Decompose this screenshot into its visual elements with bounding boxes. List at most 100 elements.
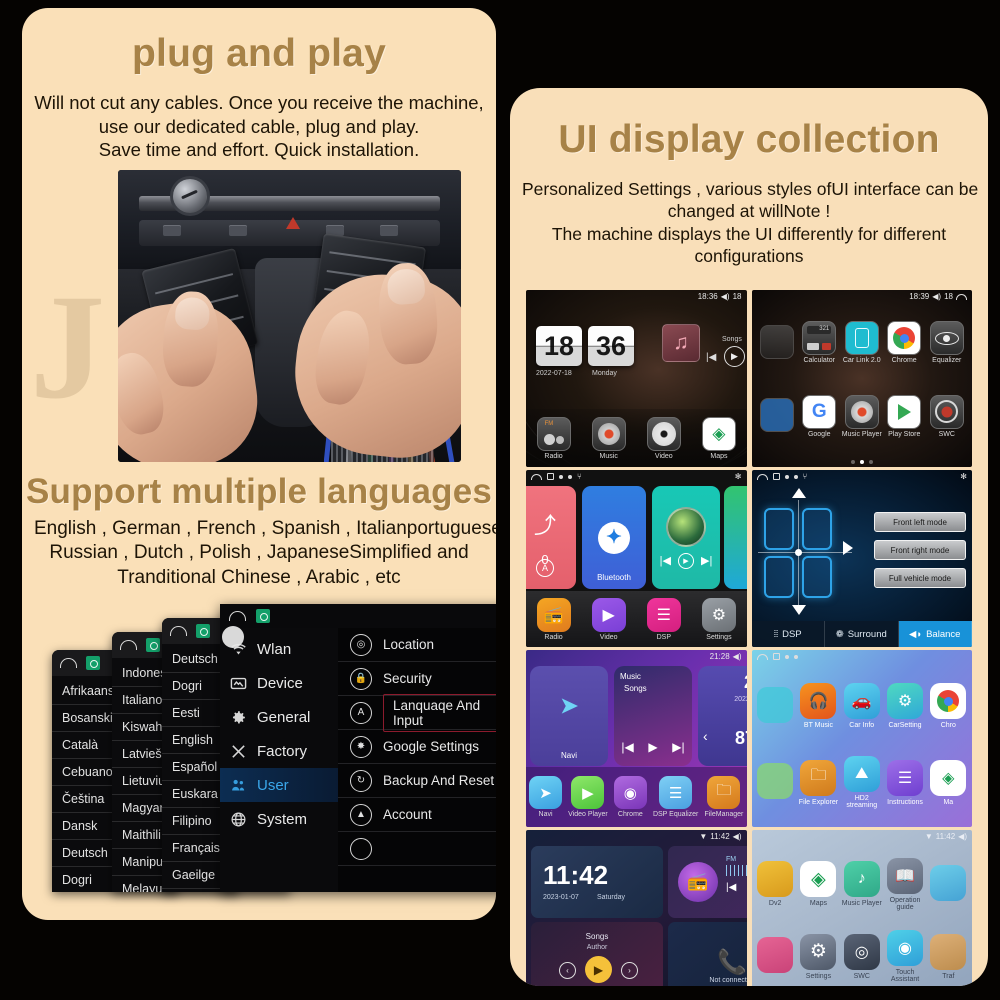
dock-app-video-player[interactable]: ▶ Video Player [568, 776, 608, 818]
home-icon[interactable] [956, 293, 967, 300]
ui-shot-dark-app-drawer[interactable]: 18:39 ◀) 18 321 Calculator Car Link 2.0 … [751, 290, 972, 467]
dock-app-settings[interactable]: ⚙ Settings [701, 597, 736, 641]
settings-app-icon[interactable] [86, 656, 100, 670]
recents-icon[interactable] [772, 473, 780, 480]
ui-shot-blue-app-grid[interactable]: 🎧 BT Music 🚗 Car Info ⚙ CarSetting Chro … [751, 650, 972, 827]
settings-row-partial[interactable] [338, 832, 496, 866]
play-button[interactable]: ▶ [648, 740, 657, 754]
app-chrome[interactable]: Chrome [883, 321, 925, 364]
app-instructions[interactable]: ☰ Instructions [887, 759, 924, 806]
settings-nav[interactable]: Wlan Device General Factory User System [220, 626, 338, 892]
bluetooth-card[interactable]: ✦ Bluetooth [582, 486, 646, 589]
home-icon[interactable] [531, 473, 542, 480]
settings-row-language-and-input[interactable]: A Lanquaqe And Input [338, 693, 496, 732]
app-partial-traf[interactable]: Traf [930, 933, 967, 980]
app-play-store[interactable]: Play Store [883, 394, 925, 438]
app-dock[interactable]: ➤ Navi ▶ Video Player ◉ Chrome ☰ DSP Equ… [526, 767, 747, 827]
sidebar-item-system[interactable]: System [220, 802, 338, 836]
radio-widget[interactable]: 📻 FM |◀ 87.50 [668, 846, 747, 918]
settings-row-backup-and-reset[interactable]: ↻ Backup And Reset [338, 764, 496, 798]
clock-card[interactable]: 8:05 Tue 2022 [724, 486, 747, 589]
dock-app-dsp[interactable]: ☰ DSP [646, 597, 681, 641]
dock-app-chrome[interactable]: ◉ Chrome [613, 776, 647, 818]
clock-widget[interactable]: 11:42 2023-01-07 Saturday [531, 846, 663, 918]
settings-row-location[interactable]: ◎ Location [338, 628, 496, 662]
prev-track-icon[interactable]: |◀ [621, 740, 633, 754]
app-partial-left[interactable] [757, 937, 794, 976]
dock-app-filemanager[interactable]: 🗀 FileManager [704, 776, 743, 818]
app-maps[interactable]: ◈ Maps [800, 861, 837, 907]
settings-app-icon[interactable] [256, 609, 270, 623]
recents-icon[interactable] [547, 473, 554, 480]
app-file-explorer[interactable]: 🗀 File Explorer [799, 759, 838, 806]
app-touch-assistant[interactable]: ◉ Touch Assistant [883, 930, 926, 983]
sidebar-item-user[interactable]: User [220, 768, 338, 802]
ui-shot-light-app-grid[interactable]: ▼ 11:42 ◀) Dv2 ◈ Maps ♪ Music Player 📖 O… [751, 830, 972, 986]
home-icon[interactable] [60, 658, 77, 668]
app-swc[interactable]: SWC [926, 394, 968, 438]
phone-widget[interactable]: 📞 Not connected [668, 922, 747, 986]
navi-card[interactable]: ➤ Navi [530, 666, 608, 766]
next-track-icon[interactable]: ▶| [701, 554, 712, 567]
app-partial-dv2[interactable]: Dv2 [757, 861, 794, 907]
play-button[interactable]: ▶ [585, 956, 612, 983]
audio-tabbar[interactable]: ⦙⦙ DSP ❁ Surround ◀◗ Balance [751, 621, 972, 647]
next-track-icon[interactable]: ▶| [672, 740, 684, 754]
app-music-player[interactable]: Music Player [841, 394, 883, 438]
dock-app-navi[interactable]: ➤ Navi [529, 776, 563, 818]
settings-row-google-settings[interactable]: ✸ Google Settings [338, 730, 496, 764]
tab-dsp[interactable]: ⦙⦙ DSP [752, 621, 825, 647]
home-icon[interactable] [756, 653, 768, 660]
balance-up-arrow[interactable] [791, 488, 806, 498]
ui-shot-colorful-card-home[interactable]: ⑂ ✻ ⤴ 0 A ✦ Bluetooth |◀ ▶ ▶| 📻 Radio ▶ … [526, 470, 747, 647]
app-chrome[interactable]: Chro [930, 683, 967, 729]
settings-app-icon[interactable] [146, 638, 160, 652]
prev-station-icon[interactable]: ‹ [703, 728, 708, 744]
settings-row-account[interactable]: ▲ Account [338, 798, 496, 832]
dock-app-music[interactable]: Music [586, 416, 632, 460]
settings-screenshot[interactable]: Wlan Device General Factory User System … [220, 604, 496, 892]
ui-shot-flip-clock-home[interactable]: 18:36 ◀) 18 18 36 2022-07-18 Monday ♫ So… [526, 290, 747, 467]
ui-shot-purple-home[interactable]: 21:28 ◀) ➤ Navi Music Songs |◀ ▶ ▶| 202 … [526, 650, 747, 827]
play-button[interactable]: ▶ [724, 346, 745, 367]
app-grid[interactable]: 🎧 BT Music 🚗 Car Info ⚙ CarSetting Chro … [754, 668, 971, 821]
app-hd2-streaming[interactable]: ⛰ HD2 streaming [840, 756, 883, 809]
sidebar-item-general[interactable]: General [220, 700, 338, 734]
app-car-setting[interactable]: ⚙ CarSetting [887, 683, 924, 729]
app-partial[interactable] [757, 686, 794, 726]
app-calculator[interactable]: 321 Calculator [798, 321, 840, 364]
settings-app-icon[interactable] [196, 624, 210, 638]
front-right-mode-button[interactable]: Front right mode [874, 540, 966, 560]
app-car-link[interactable]: Car Link 2.0 [841, 321, 883, 364]
music-widget[interactable]: Songs Author ‹ ▶ › [531, 922, 663, 986]
prev-track-icon[interactable]: |◀ [660, 554, 671, 567]
recents-icon[interactable] [772, 653, 780, 660]
play-button[interactable]: ▶ [678, 552, 694, 569]
music-card[interactable]: Music Songs |◀ ▶ ▶| [614, 666, 692, 766]
app-equalizer[interactable]: Equalizer [926, 321, 968, 364]
app-settings[interactable]: ⚙ Settings [800, 933, 837, 980]
app-google[interactable]: G Google [798, 394, 840, 438]
settings-row-security[interactable]: 🔒 Security [338, 662, 496, 696]
app-dock[interactable]: 📻 Radio ▶ Video ☰ DSP ⚙ Settings [526, 591, 747, 647]
music-card[interactable]: |◀ ▶ ▶| [652, 486, 720, 589]
app-bt-music[interactable]: 🎧 BT Music [800, 683, 837, 729]
ui-shot-dark-widget-home[interactable]: ▼ 11:42 ◀) 11:42 2023-01-07 Saturday 📻 F… [526, 830, 747, 986]
home-icon[interactable] [756, 473, 768, 480]
sidebar-item-device[interactable]: Device [220, 666, 338, 700]
app-partial-2[interactable] [757, 763, 794, 802]
prev-track-icon[interactable]: ‹ [559, 962, 576, 979]
app-music-player[interactable]: ♪ Music Player [842, 861, 882, 907]
full-vehicle-mode-button[interactable]: Full vehicle mode [874, 568, 966, 588]
tab-surround[interactable]: ❁ Surround [825, 621, 899, 647]
dock-app-dsp-equalizer[interactable]: ☰ DSP Equalizer [653, 776, 698, 818]
app-operation-guide[interactable]: 📖 Operation guide [883, 857, 926, 911]
dock-app-radio[interactable]: FM Radio [531, 416, 577, 460]
app-partial-left-2[interactable] [756, 398, 798, 434]
sidebar-item-factory[interactable]: Factory [220, 734, 338, 768]
clock-radio-card[interactable]: 21: 2022-08-02 FM 87.5 MHz ‹ [698, 666, 747, 766]
app-swc[interactable]: ◎ SWC [843, 933, 880, 980]
dock-app-video[interactable]: Video [641, 416, 687, 460]
app-maps[interactable]: ◈ Ma [930, 759, 967, 806]
dock-app-video[interactable]: ▶ Video [591, 597, 626, 641]
